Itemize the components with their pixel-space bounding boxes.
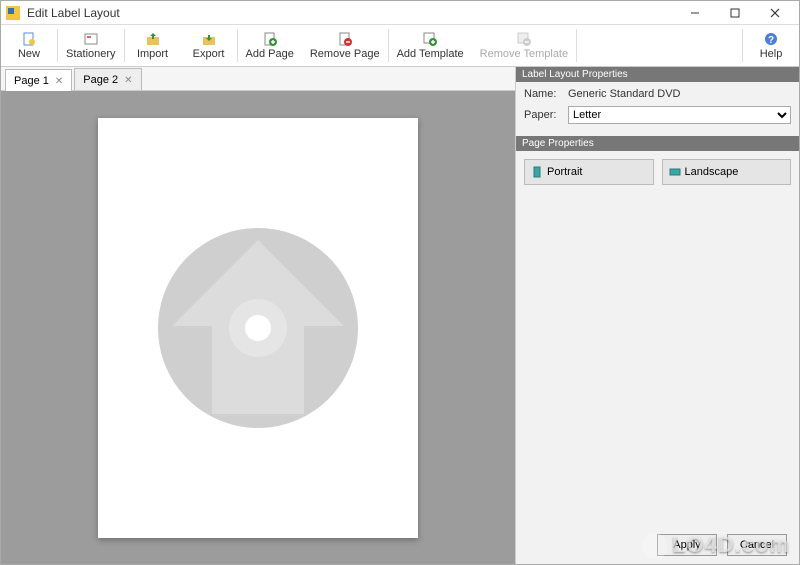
orientation-options: Portrait Landscape <box>516 151 799 193</box>
import-icon <box>145 31 161 47</box>
stationery-label: Stationery <box>66 48 116 60</box>
app-icon <box>5 5 21 21</box>
close-button[interactable] <box>755 2 795 24</box>
name-value: Generic Standard DVD <box>568 88 791 100</box>
canvas-viewport[interactable] <box>1 91 515 564</box>
portrait-icon <box>531 166 543 178</box>
portrait-option[interactable]: Portrait <box>524 159 654 185</box>
maximize-button[interactable] <box>715 2 755 24</box>
disc-template <box>158 228 358 428</box>
page-properties-header: Page Properties <box>516 136 799 151</box>
close-icon[interactable]: ✕ <box>55 76 63 87</box>
remove-page-label: Remove Page <box>310 48 380 60</box>
help-label: Help <box>760 48 783 60</box>
help-icon: ? <box>763 31 779 47</box>
add-page-button[interactable]: Add Page <box>238 25 302 66</box>
import-button[interactable]: Import <box>125 25 181 66</box>
content-area: Page 1 ✕ Page 2 ✕ <box>1 67 799 564</box>
toolbar: New Stationery Import Export Add Page Re… <box>1 25 799 67</box>
paper-select[interactable]: Letter <box>568 106 791 124</box>
help-button[interactable]: ? Help <box>743 25 799 66</box>
portrait-label: Portrait <box>547 166 582 178</box>
window-controls <box>675 2 795 24</box>
page-tabstrip: Page 1 ✕ Page 2 ✕ <box>1 67 515 91</box>
landscape-icon <box>669 166 681 178</box>
paper-label: Paper: <box>524 109 562 121</box>
edit-label-layout-window: Edit Label Layout New Stationery Import … <box>0 0 800 565</box>
tab-label: Page 1 <box>14 75 49 87</box>
stationery-button[interactable]: Stationery <box>58 25 124 66</box>
layout-properties-header: Label Layout Properties <box>516 67 799 82</box>
landscape-option[interactable]: Landscape <box>662 159 792 185</box>
page-preview[interactable] <box>98 118 418 538</box>
window-title: Edit Label Layout <box>27 6 675 20</box>
name-label: Name: <box>524 88 562 100</box>
remove-page-icon <box>337 31 353 47</box>
canvas-area: Page 1 ✕ Page 2 ✕ <box>1 67 515 564</box>
add-template-button[interactable]: Add Template <box>389 25 472 66</box>
remove-template-label: Remove Template <box>480 48 568 60</box>
stationery-icon <box>83 31 99 47</box>
tab-page-2[interactable]: Page 2 ✕ <box>74 68 141 90</box>
export-label: Export <box>193 48 225 60</box>
cancel-button[interactable]: Cancel <box>727 534 787 556</box>
new-button[interactable]: New <box>1 25 57 66</box>
svg-text:?: ? <box>768 35 774 46</box>
dialog-buttons: Apply Cancel <box>516 526 799 564</box>
new-icon <box>21 31 37 47</box>
close-icon[interactable]: ✕ <box>124 75 132 86</box>
properties-panel: Label Layout Properties Name: Generic St… <box>515 67 799 564</box>
remove-template-button: Remove Template <box>472 25 576 66</box>
import-label: Import <box>137 48 168 60</box>
export-button[interactable]: Export <box>181 25 237 66</box>
landscape-label: Landscape <box>685 166 739 178</box>
export-icon <box>201 31 217 47</box>
tab-page-1[interactable]: Page 1 ✕ <box>5 69 72 91</box>
remove-page-button[interactable]: Remove Page <box>302 25 388 66</box>
add-template-label: Add Template <box>397 48 464 60</box>
titlebar: Edit Label Layout <box>1 1 799 25</box>
add-page-icon <box>262 31 278 47</box>
remove-template-icon <box>516 31 532 47</box>
add-page-label: Add Page <box>246 48 294 60</box>
add-template-icon <box>422 31 438 47</box>
layout-properties-body: Name: Generic Standard DVD Paper: Letter <box>516 82 799 136</box>
new-label: New <box>18 48 40 60</box>
minimize-button[interactable] <box>675 2 715 24</box>
apply-button[interactable]: Apply <box>657 534 717 556</box>
tab-label: Page 2 <box>83 74 118 86</box>
